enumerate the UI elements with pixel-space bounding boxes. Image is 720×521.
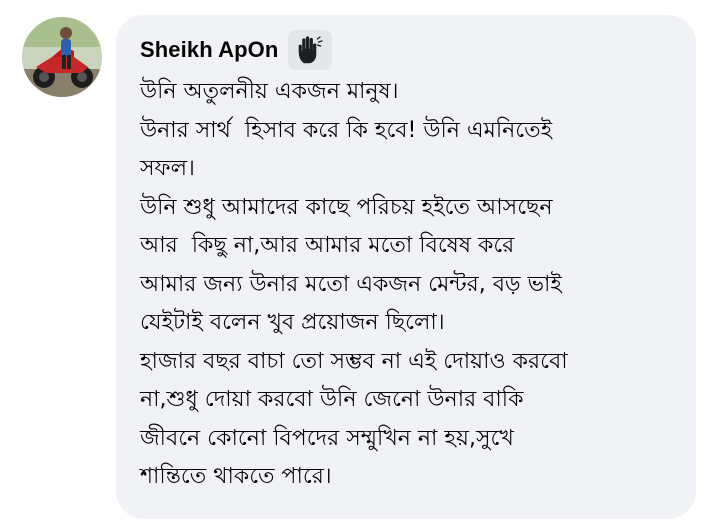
comment-line: উনি শুধু আমাদের কাছে পরিচয় হইতে আসছেন — [140, 194, 553, 220]
comment-text: উনি অতুলনীয় একজন মানুষ। উনার সার্থ হিসা… — [140, 73, 696, 497]
comment-line: না,শুধু দোয়া করবো উনি জেনো উনার বাকি — [140, 387, 524, 412]
comment-line: সফল। — [140, 156, 195, 181]
badge[interactable] — [288, 30, 333, 70]
comment-line: জীবনে কোনো বিপদের সম্মুখিন না হয়,সুখে — [140, 425, 514, 451]
comment-line: হাজার বছর বাচা তো সম্ভব না এই দোয়াও করব… — [140, 348, 568, 374]
avatar[interactable] — [22, 17, 102, 97]
comment-line: উনি অতুলনীয় একজন মানুষ। — [140, 79, 399, 104]
comment-line: শান্তিতে থাকতে পারে। — [140, 464, 332, 489]
comment-line: উনার সার্থ হিসাব করে কি হবে! উনি এমনিতেই — [140, 117, 553, 143]
comment-row: Sheikh ApOn উনি অতুলনীয় একজন মানুষ। উনা… — [0, 0, 720, 521]
comment-header: Sheikh ApOn — [140, 30, 696, 70]
comment-line: আমার জন্য উনার মতো একজন মেন্টর, বড় ভাই — [140, 271, 562, 297]
author-name[interactable]: Sheikh ApOn — [140, 37, 278, 63]
raised-hand-icon — [299, 36, 324, 64]
comment-line: আর কিছু না,আর আমার মতো বিষেষ করে — [140, 233, 515, 258]
profile-photo-icon — [22, 17, 102, 97]
comment-line: যেইটাই বলেন খুব প্রয়োজন ছিলো। — [140, 310, 445, 335]
comment-bubble: Sheikh ApOn উনি অতুলনীয় একজন মানুষ। উনা… — [116, 15, 696, 519]
